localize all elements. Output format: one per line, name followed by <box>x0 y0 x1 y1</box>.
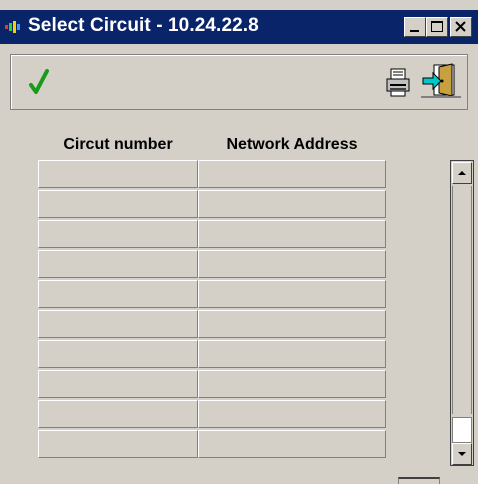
toolbar <box>10 54 468 110</box>
table-cell[interactable] <box>38 250 198 278</box>
column-header-network-address[interactable]: Network Address <box>198 136 386 156</box>
table-cell[interactable] <box>38 160 198 188</box>
title-bar[interactable]: Select Circuit - 10.24.22.8 <box>0 10 478 44</box>
window-title: Select Circuit - 10.24.22.8 <box>28 15 259 36</box>
printer-icon <box>386 68 410 97</box>
vertical-scrollbar[interactable] <box>450 160 474 466</box>
checkmark-icon <box>29 69 49 94</box>
table-cell[interactable] <box>38 340 198 368</box>
close-icon <box>455 21 466 32</box>
scroll-track[interactable] <box>452 186 472 414</box>
table-cell[interactable] <box>198 310 386 338</box>
scroll-down-button[interactable] <box>452 443 472 465</box>
table-cell[interactable] <box>198 430 386 458</box>
table-cell[interactable] <box>198 250 386 278</box>
table-cell[interactable] <box>198 400 386 428</box>
arrow-down-icon <box>458 452 466 456</box>
maximize-button[interactable] <box>426 17 448 37</box>
table-cell[interactable] <box>38 280 198 308</box>
table-cell[interactable] <box>38 370 198 398</box>
table-cell[interactable] <box>38 310 198 338</box>
table-cell[interactable] <box>38 400 198 428</box>
minimize-icon <box>410 30 419 32</box>
scroll-thumb[interactable] <box>452 417 472 443</box>
scroll-up-button[interactable] <box>452 162 472 184</box>
app-icon <box>5 21 21 33</box>
table-cell[interactable] <box>198 370 386 398</box>
close-button[interactable] <box>450 17 472 37</box>
table-cell[interactable] <box>198 160 386 188</box>
table-cell[interactable] <box>38 220 198 248</box>
minimize-button[interactable] <box>404 17 426 37</box>
exit-door-icon <box>421 63 461 98</box>
table-cell[interactable] <box>38 430 198 458</box>
arrow-up-icon <box>458 171 466 175</box>
table-cell[interactable] <box>198 340 386 368</box>
select-circuit-window: Select Circuit - 10.24.22.8 Circut numbe… <box>0 0 478 484</box>
print-button[interactable] <box>381 67 415 99</box>
maximize-icon <box>431 21 443 32</box>
table-cell[interactable] <box>198 280 386 308</box>
resize-grip[interactable] <box>398 477 440 484</box>
table-cell[interactable] <box>38 190 198 218</box>
confirm-button[interactable] <box>25 65 55 99</box>
column-header-circuit-number[interactable]: Circut number <box>38 136 198 156</box>
table-cell[interactable] <box>198 190 386 218</box>
exit-button[interactable] <box>421 61 461 101</box>
table-cell[interactable] <box>198 220 386 248</box>
